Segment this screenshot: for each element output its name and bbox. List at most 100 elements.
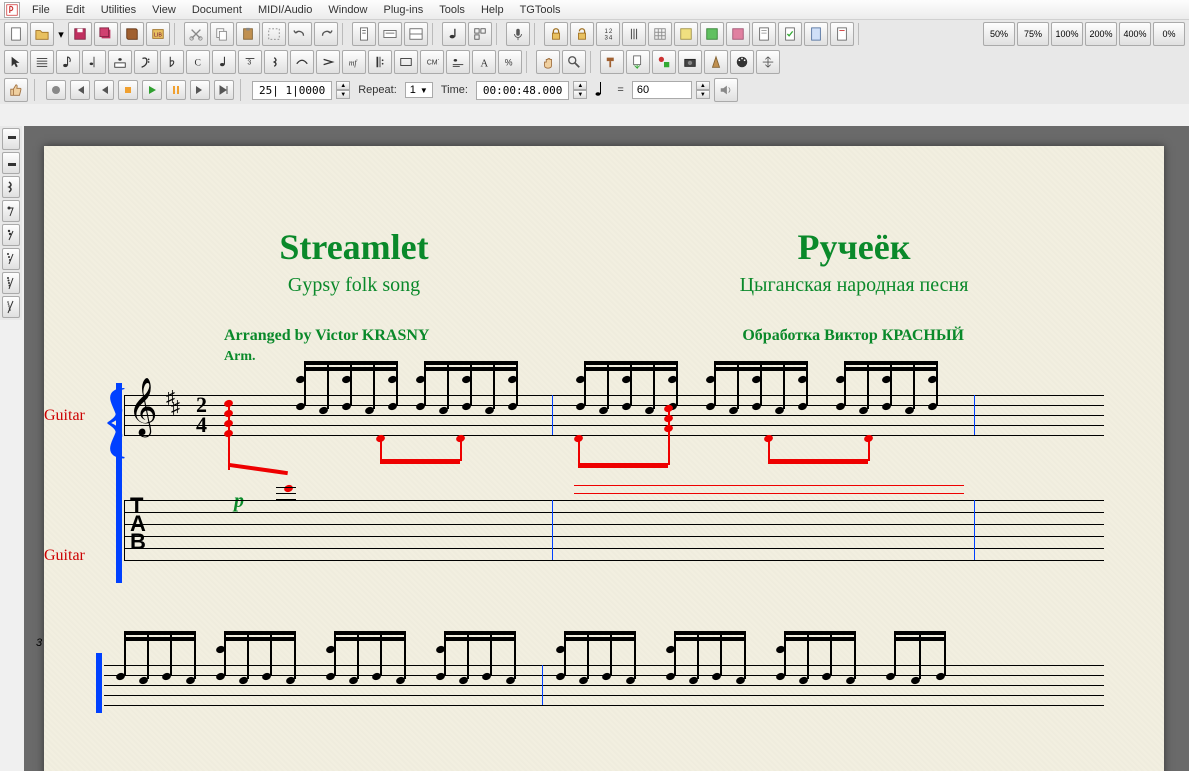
hyperscribe-tool[interactable] — [108, 50, 132, 74]
key-tool[interactable] — [160, 50, 184, 74]
grid-button[interactable] — [648, 22, 672, 46]
doc2-button[interactable] — [778, 22, 802, 46]
cut-button[interactable] — [184, 22, 208, 46]
redo-button[interactable] — [314, 22, 338, 46]
zoom-400-button[interactable]: 400% — [1119, 22, 1151, 46]
lyrics-tool[interactable] — [446, 50, 470, 74]
library-button[interactable]: LIB — [146, 22, 170, 46]
green-tool-button[interactable] — [700, 22, 724, 46]
book-button[interactable] — [120, 22, 144, 46]
subtitle-english[interactable]: Gypsy folk song — [104, 274, 604, 297]
special-tool-1[interactable] — [600, 50, 624, 74]
resize-tool[interactable]: % — [498, 50, 522, 74]
zoom-75-button[interactable]: 75% — [1017, 22, 1049, 46]
simple-entry-tool[interactable] — [212, 50, 236, 74]
play-button[interactable] — [142, 80, 162, 100]
forward-end-button[interactable] — [214, 80, 234, 100]
entry-tool[interactable] — [56, 50, 80, 74]
forward-button[interactable] — [190, 80, 210, 100]
doc3-button[interactable] — [804, 22, 828, 46]
zoom-custom-button[interactable]: 0% — [1153, 22, 1185, 46]
arranger-english[interactable]: Arranged by Victor KRASNY — [224, 327, 429, 345]
repeat-select[interactable]: 1▼ — [405, 82, 433, 98]
menu-tgtools[interactable]: TGTools — [512, 2, 569, 18]
tuplet-tool[interactable]: 3 — [238, 50, 262, 74]
paste-button[interactable] — [236, 22, 260, 46]
measure-counter[interactable]: 25| 1|0000 — [252, 81, 332, 100]
workspace[interactable]: Streamlet Gypsy folk song Ручеёк Цыганск… — [24, 126, 1189, 771]
arm-marking[interactable]: Arm. — [224, 349, 256, 365]
palette-quarter-rest[interactable] — [2, 176, 20, 198]
arranger-russian[interactable]: Обработка Виктор КРАСНЫЙ — [742, 327, 964, 345]
palette-16th-rest[interactable] — [2, 224, 20, 246]
page-view-button[interactable] — [352, 22, 376, 46]
new-button[interactable] — [4, 22, 28, 46]
selection-tool[interactable] — [4, 50, 28, 74]
open-dropdown[interactable]: ▾ — [56, 28, 66, 41]
doc1-button[interactable] — [752, 22, 776, 46]
menu-window[interactable]: Window — [320, 2, 375, 18]
barline-2[interactable] — [974, 395, 975, 435]
menu-edit[interactable]: Edit — [58, 2, 93, 18]
expression-tool[interactable]: mf — [342, 50, 366, 74]
copy-button[interactable] — [210, 22, 234, 46]
menu-view[interactable]: View — [144, 2, 184, 18]
pause-button[interactable] — [166, 80, 186, 100]
transpose-button[interactable] — [442, 22, 466, 46]
timesig-button[interactable]: 1234 — [596, 22, 620, 46]
rest-tool[interactable] — [264, 50, 288, 74]
doc4-button[interactable] — [830, 22, 854, 46]
zoom-100-button[interactable]: 100% — [1051, 22, 1083, 46]
color-button[interactable] — [674, 22, 698, 46]
counter-spinner[interactable]: ▲▼ — [336, 81, 350, 99]
mirror-tool[interactable] — [652, 50, 676, 74]
time-spinner[interactable]: ▲▼ — [573, 81, 587, 99]
midi-tool[interactable] — [730, 50, 754, 74]
menu-midi-audio[interactable]: MIDI/Audio — [250, 2, 320, 18]
palette-half-rest[interactable] — [2, 152, 20, 174]
zoom-200-button[interactable]: 200% — [1085, 22, 1117, 46]
menu-plugins[interactable]: Plug-ins — [376, 2, 432, 18]
thumbs-up-button[interactable] — [4, 78, 28, 102]
save-button[interactable] — [68, 22, 92, 46]
menu-utilities[interactable]: Utilities — [93, 2, 144, 18]
menu-tools[interactable]: Tools — [431, 2, 473, 18]
stop-button[interactable] — [118, 80, 138, 100]
hand-grabber-tool[interactable] — [536, 50, 560, 74]
menu-help[interactable]: Help — [473, 2, 512, 18]
smart-shape-tool[interactable] — [290, 50, 314, 74]
barline-1[interactable] — [552, 395, 553, 435]
menu-file[interactable]: File — [24, 2, 58, 18]
tempo-input[interactable] — [632, 81, 692, 99]
palette-32nd-rest[interactable] — [2, 248, 20, 270]
clef-tool[interactable] — [134, 50, 158, 74]
graphics-tool[interactable] — [678, 50, 702, 74]
time-tool[interactable]: C — [186, 50, 210, 74]
palette-64th-rest[interactable] — [2, 272, 20, 294]
record-button[interactable] — [46, 80, 66, 100]
articulation-tool[interactable] — [316, 50, 340, 74]
chord-tool[interactable]: CM7 — [420, 50, 444, 74]
layout-button[interactable] — [468, 22, 492, 46]
scroll-view-button[interactable] — [378, 22, 402, 46]
tempo-tool[interactable] — [704, 50, 728, 74]
ossia-tool[interactable] — [626, 50, 650, 74]
title-russian[interactable]: Ручеёк — [604, 226, 1104, 268]
audio-button[interactable] — [506, 22, 530, 46]
studio-view-button[interactable] — [404, 22, 428, 46]
unlock-button[interactable] — [570, 22, 594, 46]
tempo-spinner[interactable]: ▲▼ — [696, 81, 710, 99]
save-all-button[interactable] — [94, 22, 118, 46]
notation-staff-2[interactable] — [104, 655, 1104, 715]
tab-barline-2[interactable] — [974, 500, 975, 560]
tab-barline-1[interactable] — [552, 500, 553, 560]
rewind-start-button[interactable] — [70, 80, 90, 100]
speedy-tool[interactable] — [82, 50, 106, 74]
repeat-tool[interactable] — [368, 50, 392, 74]
palette-whole-rest[interactable] — [2, 128, 20, 150]
open-button[interactable] — [30, 22, 54, 46]
zoom-50-button[interactable]: 50% — [983, 22, 1015, 46]
speaker-button[interactable] — [714, 78, 738, 102]
undo-button[interactable] — [288, 22, 312, 46]
select-all-button[interactable] — [262, 22, 286, 46]
